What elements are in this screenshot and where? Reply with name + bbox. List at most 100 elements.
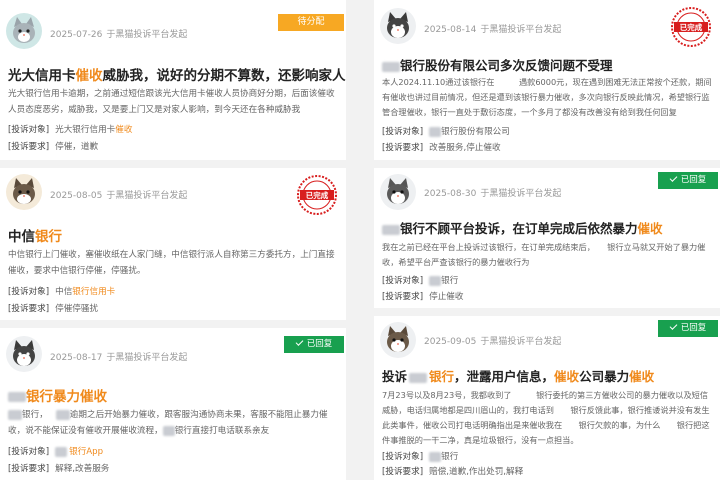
complaint-card[interactable]: 2025-08-17 于黑猫投诉平台发起 已回复 银行暴力催收 银行， 逾期之后开始… [0,328,346,480]
complaint-description: 7月23号以及8月23号，我都收到了 银行委托的第三方催收公司的暴力催收以及短信… [382,390,710,445]
stamp-text: 已完成 [680,22,703,32]
target-label: [投诉对象] [8,287,50,297]
status-badge-replied: 已回复 [284,336,344,353]
complaint-title[interactable]: 银行不顾平台投诉，在订单完成后依然暴力催收 [382,218,712,237]
request-label: [投诉要求] [382,292,424,302]
post-meta: 2025-08-17 于黑猫投诉平台发起 [50,350,187,363]
complaint-request: [投诉要求] 赔偿,道歉,作出处罚,解释 [382,465,523,477]
target-highlight: 催收 [115,125,133,135]
platform-text: 于黑猫投诉平台发起 [106,30,188,40]
avatar [6,13,42,49]
desc-part: 银行直接打电话联系亲友 [174,426,270,436]
title-highlight: 催收 [554,369,580,384]
check-icon [295,338,304,346]
complaint-card[interactable]: 2025-08-14 于黑猫投诉平台发起 已完成 银行股份有限公司多次反馈问题不受… [374,0,720,160]
platform-text: 于黑猫投诉平台发起 [480,25,562,35]
title-highlight: 银行 [35,229,62,245]
target-value: 银行股份有限公司 [429,126,510,137]
request-value: 停催停骚扰 [55,304,99,314]
complaint-title[interactable]: 投诉 银行，泄露用户信息，催收公司暴力催收 [382,366,712,385]
complaint-description: 本人2024.11.10通过该银行在 遇款6000元，现在遇到困难无法正常按个还… [382,77,712,117]
post-date: 2025-07-26 [50,30,103,40]
post-date: 2025-08-17 [50,353,103,363]
title-highlight: 催收 [629,369,655,384]
target-label: [投诉对象] [8,125,50,135]
post-meta: 2025-09-05 于黑猫投诉平台发起 [424,334,561,347]
target-value: 光大银行信用卡催收 [55,125,132,135]
complaint-description: 我在之前已经在平台上投诉过该银行，在订单完成结束后， 银行立马就又开始了暴力催收… [382,242,706,267]
post-meta: 2025-08-05 于黑猫投诉平台发起 [50,188,187,201]
redacted-block [382,224,400,235]
title-text: 银行股份有限公司多次反馈问题不受理 [400,58,613,73]
check-icon [669,322,678,330]
title-highlight: 银行暴力 [26,389,80,405]
check-icon [669,174,678,182]
stamp-text: 已完成 [306,190,329,200]
post-date: 2025-08-14 [424,25,477,35]
platform-text: 于黑猫投诉平台发起 [480,189,562,199]
redacted-block [8,409,22,420]
complaint-description: 光大银行信用卡逾期，之前通过短信跟该光大信用卡催收人员协商好分期，后面该催收人员… [8,89,335,115]
complaint-request: [投诉要求] 改善服务,停止催收 [382,141,501,153]
title-highlight: 银行 [429,369,455,384]
redacted-block [429,275,442,286]
request-label: [投诉要求] [8,464,50,474]
title-text: ，泄露用户信息， [454,369,555,384]
redacted-block [8,392,26,402]
target-highlight: 银行App [69,447,104,457]
complaint-title[interactable]: 光大信用卡催收威胁我，说好的分期不算数，还影响家人！ [8,64,346,84]
platform-text: 于黑猫投诉平台发起 [480,337,562,347]
request-label: [投诉要求] [8,304,50,314]
complaint-target: [投诉对象] 银行 [382,450,458,462]
target-value: 中信银行信用卡 [55,287,115,297]
complaint-title[interactable]: 中信银行 [8,225,338,245]
complaint-target: [投诉对象] 中信银行信用卡 [8,285,115,297]
complaint-title[interactable]: 银行暴力催收 [8,385,338,405]
complaint-target: [投诉对象] 银行股份有限公司 [382,125,510,137]
redacted-block [55,409,70,420]
request-value: 停止催收 [429,292,464,302]
post-meta: 2025-08-14 于黑猫投诉平台发起 [424,22,561,35]
title-part: 光大信用卡 [8,68,76,84]
complaint-card[interactable]: 2025-08-30 于黑猫投诉平台发起 已回复 银行不顾平台投诉，在订单完成后依… [374,168,720,308]
title-part: 威胁我，说好的分期不算数，还影响家人！ [102,68,347,84]
completed-stamp-icon: 已完成 [296,174,338,216]
title-text: 银行不顾平台投诉，在订单完成后依然暴力 [400,221,638,236]
complaint-card[interactable]: 2025-07-26 于黑猫投诉平台发起 待分配 光大信用卡催收威胁我，说好的分期… [0,0,346,160]
target-label: [投诉对象] [382,127,424,137]
target-value: 银行 [429,451,459,462]
title-text: 公司暴力 [579,369,630,384]
target-label: [投诉对象] [382,276,424,286]
post-meta: 2025-07-26 于黑猫投诉平台发起 [50,27,187,40]
request-value: 改善服务,停止催收 [429,143,501,153]
redacted-block [55,446,68,457]
avatar [6,174,42,210]
target-name: 中信 [55,287,73,297]
title-highlight: 催收 [637,221,663,236]
target-value: 银行App [55,446,104,457]
avatar [380,174,416,210]
complaint-card[interactable]: 2025-09-05 于黑猫投诉平台发起 已回复 投诉 银行，泄露用户信息，催收公司… [374,316,720,480]
redacted-block [429,126,442,137]
platform-text: 于黑猫投诉平台发起 [106,191,188,201]
avatar [6,336,42,372]
status-badge-replied: 已回复 [658,172,718,189]
redacted-block [382,61,400,72]
status-badge-replied: 已回复 [658,320,718,337]
complaint-card[interactable]: 2025-08-05 于黑猫投诉平台发起 已完成 中信银行 中信银行上门催收，塞催… [0,168,346,320]
complaint-title[interactable]: 银行股份有限公司多次反馈问题不受理 [382,55,712,74]
target-label: [投诉对象] [8,447,50,457]
redacted-block [162,425,175,436]
title-text: 投诉 [382,369,408,384]
target-name: 光大银行信用卡 [55,125,116,135]
target-name: 银行 [441,276,459,286]
complaint-target: [投诉对象] 银行 [382,274,458,286]
complaint-request: [投诉要求] 停催，道歉 [8,140,98,152]
target-name: 银行 [441,452,459,462]
request-label: [投诉要求] [8,142,50,152]
complaint-target: [投诉对象] 银行App [8,445,103,457]
status-badge-pending: 待分配 [278,14,344,31]
target-value: 银行 [429,275,459,286]
platform-text: 于黑猫投诉平台发起 [106,353,188,363]
post-meta: 2025-08-30 于黑猫投诉平台发起 [424,186,561,199]
